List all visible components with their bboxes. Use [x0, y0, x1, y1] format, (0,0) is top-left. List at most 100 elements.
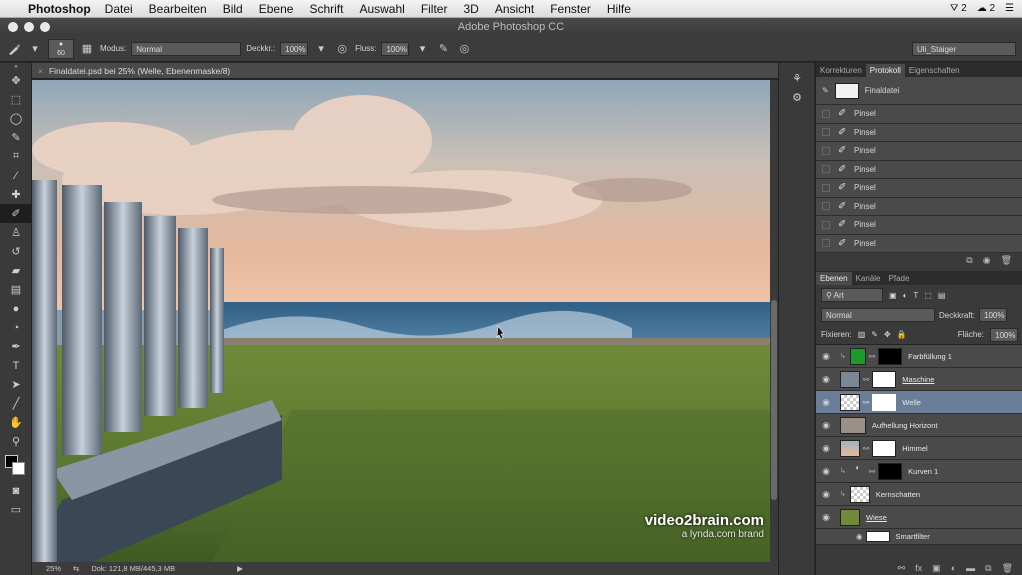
menu-filter[interactable]: Filter — [421, 2, 448, 16]
menu-auswahl[interactable]: Auswahl — [359, 2, 404, 16]
filter-shape-icon[interactable]: ⬚ — [924, 291, 932, 300]
menu-ebene[interactable]: Ebene — [259, 2, 294, 16]
marquee-tool-icon[interactable]: ⬚ — [0, 90, 32, 109]
eye-icon[interactable]: ◉ — [816, 420, 836, 431]
new-document-icon[interactable]: ⧉ — [966, 255, 972, 266]
smartfilter-row[interactable]: ◉ Smartfilter — [816, 529, 1022, 545]
line-tool-icon[interactable]: ╱ — [0, 394, 32, 413]
chain-icon[interactable]: ⚯ — [863, 444, 869, 453]
chain-icon[interactable]: ⚯ — [869, 352, 875, 361]
pressure-opacity-icon[interactable]: ◎ — [334, 41, 350, 57]
hand-tool-icon[interactable]: ✋ — [0, 413, 32, 432]
smartfilter-mask-thumbnail[interactable] — [865, 531, 890, 542]
chain-icon[interactable]: ⚯ — [898, 563, 906, 574]
lock-pixels-icon[interactable]: ✎ — [871, 330, 878, 339]
blend-mode-select[interactable]: Normal — [821, 308, 935, 322]
layer-mask-thumbnail[interactable] — [878, 462, 903, 480]
eraser-tool-icon[interactable]: ▰ — [0, 261, 32, 280]
layer-row[interactable]: ◉ ↳ Kernschatten — [816, 483, 1022, 506]
brush-size-picker[interactable]: ● 60 — [48, 38, 74, 59]
background-color[interactable] — [12, 462, 25, 475]
history-step[interactable]: ✐ Pinsel — [816, 142, 1022, 161]
tab-protokoll[interactable]: Protokoll — [865, 64, 905, 77]
type-tool-icon[interactable]: T — [0, 356, 32, 375]
layer-filter-select[interactable]: ⚲ Art — [821, 288, 883, 302]
menu-fenster[interactable]: Fenster — [550, 2, 591, 16]
menu-bearbeiten[interactable]: Bearbeiten — [149, 2, 207, 16]
lock-position-icon[interactable]: ✥ — [884, 330, 891, 339]
filter-pixel-icon[interactable]: ▣ — [889, 291, 897, 300]
chevron-down-icon[interactable]: ▾ — [313, 41, 329, 57]
eye-icon[interactable]: ◉ — [816, 374, 836, 385]
lasso-tool-icon[interactable]: ◯ — [0, 109, 32, 128]
mode-select[interactable]: Normal — [131, 41, 242, 56]
tab-korrekturen[interactable]: Korrekturen — [816, 64, 866, 77]
zoom-window-button[interactable] — [40, 22, 50, 32]
pen-tool-icon[interactable]: ✒ — [0, 337, 32, 356]
document-canvas[interactable]: video2brain.com a lynda.com brand — [32, 80, 770, 562]
filter-smart-object-icon[interactable]: ▤ — [938, 291, 946, 300]
history-step[interactable]: ✐ Pinsel — [816, 105, 1022, 124]
history-brush-tool-icon[interactable]: ↺ — [0, 242, 32, 261]
layer-mask-thumbnail[interactable] — [872, 370, 897, 388]
eye-icon[interactable]: ◉ — [816, 489, 836, 500]
eye-icon[interactable]: ◉ — [816, 466, 836, 477]
history-checkbox[interactable] — [822, 202, 830, 211]
share-icon[interactable]: ⇆ — [73, 564, 79, 573]
menu-3d[interactable]: 3D — [463, 2, 478, 16]
history-checkbox[interactable] — [822, 146, 830, 155]
tab-eigenschaften[interactable]: Eigenschaften — [905, 64, 964, 77]
layer-row[interactable]: ◉ ⚯ Maschine — [816, 368, 1022, 391]
new-layer-icon[interactable]: ⧉ — [985, 563, 991, 574]
workspace-select[interactable]: Uli_Staiger — [912, 41, 1016, 56]
fx-icon[interactable]: fx — [915, 563, 922, 573]
layer-row[interactable]: ◉ ↳ ⚯ Farbfüllung 1 — [816, 345, 1022, 368]
group-icon[interactable]: ▬ — [966, 563, 975, 573]
layer-opacity-field[interactable]: 100% — [979, 308, 1008, 322]
eye-icon[interactable]: ◉ — [816, 351, 836, 362]
crop-tool-icon[interactable]: ⌗ — [0, 147, 32, 166]
history-brush-source-icon[interactable]: ✎ — [822, 86, 829, 95]
menu-datei[interactable]: Datei — [105, 2, 133, 16]
brush-tool-icon[interactable]: ✐ — [0, 204, 32, 223]
eye-icon[interactable]: ◉ — [816, 512, 836, 523]
eyedropper-tool-icon[interactable]: ⁄ — [0, 166, 32, 185]
history-panel-icon[interactable]: ⚘ — [779, 69, 815, 88]
history-checkbox[interactable] — [822, 239, 830, 248]
layer-row[interactable]: ◉ Aufhellung Horizont — [816, 414, 1022, 437]
scrollbar-thumb[interactable] — [771, 300, 777, 500]
tab-ebenen[interactable]: Ebenen — [816, 272, 852, 285]
blur-tool-icon[interactable]: ● — [0, 299, 32, 318]
history-checkbox[interactable] — [822, 128, 830, 137]
gradient-tool-icon[interactable]: ▤ — [0, 280, 32, 299]
clone-stamp-tool-icon[interactable]: ♙ — [0, 223, 32, 242]
color-swatches[interactable] — [0, 451, 31, 481]
history-checkbox[interactable] — [822, 183, 830, 192]
cc-icon[interactable]: ☁ 2 — [977, 3, 995, 14]
dodge-tool-icon[interactable]: ◔ — [0, 318, 32, 337]
chain-icon[interactable]: ⚯ — [863, 375, 869, 384]
fill-field[interactable]: 100% — [990, 327, 1018, 342]
app-menu[interactable]: Photoshop — [28, 2, 91, 16]
eye-icon[interactable]: ◉ — [816, 397, 836, 408]
lock-icon[interactable]: 🔒 — [897, 330, 907, 339]
zoom-tool-icon[interactable]: ⚲ — [0, 432, 32, 451]
layer-mask-thumbnail[interactable] — [872, 439, 897, 457]
history-step[interactable]: ✐ Pinsel — [816, 160, 1022, 179]
tab-kanaele[interactable]: Kanäle — [852, 272, 885, 285]
move-tool-icon[interactable]: ✥ — [0, 71, 32, 90]
adjustments-panel-icon[interactable]: ⚙ — [779, 88, 815, 107]
close-window-button[interactable] — [8, 22, 18, 32]
screen-mode-icon[interactable]: ▭ — [0, 500, 32, 519]
history-step[interactable]: ✐ Pinsel — [816, 123, 1022, 142]
history-step[interactable]: ✐ Pinsel — [816, 179, 1022, 198]
quick-mask-icon[interactable]: ◙ — [0, 481, 32, 500]
history-checkbox[interactable] — [822, 220, 830, 229]
close-document-icon[interactable]: × — [38, 66, 43, 76]
chevron-down-icon[interactable]: ▾ — [27, 41, 43, 57]
tab-pfade[interactable]: Pfade — [885, 272, 914, 285]
layer-row-selected[interactable]: ◉ ⚯ Welle — [816, 391, 1022, 414]
layer-row[interactable]: ◉ ⚯ Himmel — [816, 437, 1022, 460]
chevron-down-icon[interactable]: ▾ — [414, 41, 430, 57]
opacity-field[interactable]: 100% — [280, 41, 309, 56]
